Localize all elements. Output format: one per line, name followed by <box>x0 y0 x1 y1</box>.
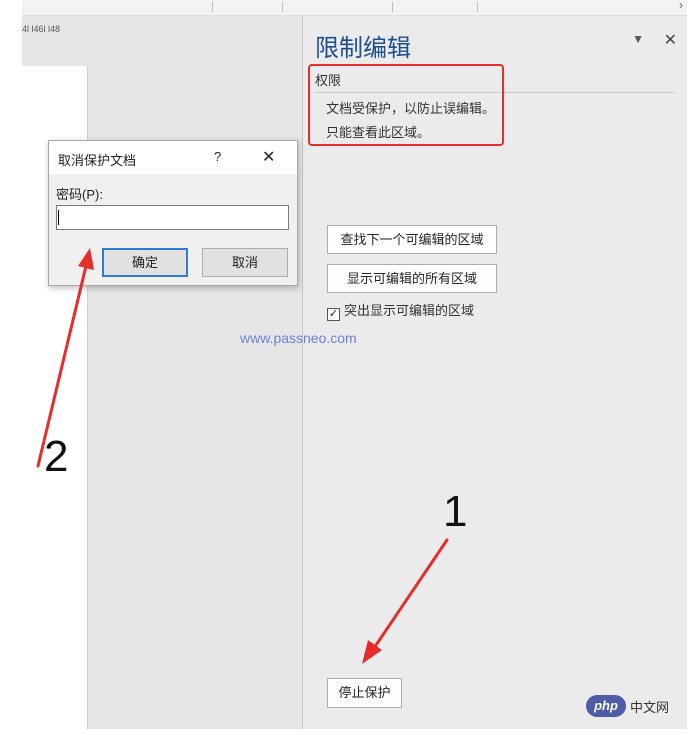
text-caret <box>58 210 59 225</box>
restrict-editing-pane: 限制编辑 ▼ ✕ 权限 文档受保护，以防止误编辑。 只能查看此区域。 查找下一个… <box>302 16 687 729</box>
unprotect-document-dialog: 取消保护文档 ? ✕ 密码(P): 确定 取消 <box>48 140 298 286</box>
show-all-regions-button[interactable]: 显示可编辑的所有区域 <box>327 264 497 293</box>
ruler: 4l l46l l48 <box>22 16 92 40</box>
annotation-step-2: 2 <box>44 432 69 481</box>
close-icon[interactable]: ✕ <box>262 147 275 167</box>
ribbon-separator <box>282 2 283 12</box>
ribbon-strip: › <box>22 0 687 16</box>
pane-options-icon[interactable]: ▼ <box>632 32 644 46</box>
word-window: › 4l l46l l48 限制编辑 ▼ ✕ 权限 文档受保护，以防止误编辑。 … <box>22 0 687 735</box>
ribbon-separator <box>392 2 393 12</box>
php-logo: php <box>586 695 626 717</box>
highlight-regions-checkbox-row[interactable]: ✓ 突出显示可编辑的区域 <box>327 300 474 321</box>
highlight-label: 突出显示可编辑的区域 <box>344 303 475 318</box>
find-next-region-button[interactable]: 查找下一个可编辑的区域 <box>327 225 497 254</box>
ok-button[interactable]: 确定 <box>102 248 188 277</box>
ribbon-chevron-icon[interactable]: › <box>679 0 683 12</box>
pane-title: 限制编辑 <box>315 35 411 62</box>
password-label: 密码(P): <box>56 187 103 202</box>
annotation-step-1: 1 <box>443 487 468 536</box>
close-icon[interactable]: ✕ <box>664 30 677 50</box>
stop-protection-button[interactable]: 停止保护 <box>327 678 402 708</box>
watermark-url: www.passneo.com <box>240 330 357 346</box>
php-site-text: 中文网 <box>630 700 670 715</box>
help-icon[interactable]: ? <box>214 149 221 164</box>
dialog-title: 取消保护文档 <box>58 153 137 168</box>
cancel-button[interactable]: 取消 <box>202 248 288 277</box>
highlight-box <box>308 64 504 146</box>
password-input[interactable] <box>56 205 289 230</box>
ribbon-separator <box>212 2 213 12</box>
dialog-body: 密码(P): 确定 取消 <box>49 174 297 285</box>
document-area: 4l l46l l48 <box>22 16 302 729</box>
checkbox-checked-icon[interactable]: ✓ <box>327 308 340 321</box>
ribbon-separator <box>477 2 478 12</box>
